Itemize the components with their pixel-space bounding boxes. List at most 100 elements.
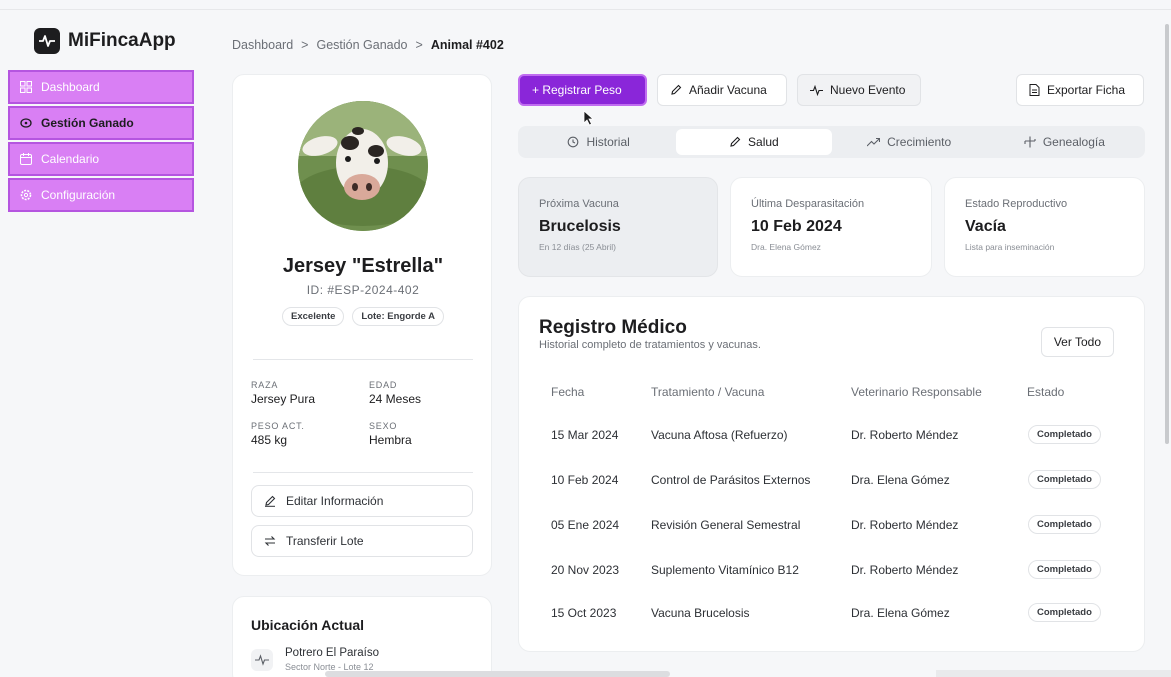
animal-photo [298, 101, 428, 231]
syringe-icon [730, 136, 741, 147]
cell-tratamiento: Control de Parásitos Externos [651, 473, 811, 487]
records-subtitle: Historial completo de tratamientos y vac… [539, 339, 761, 351]
location-name: Potrero El Paraíso [285, 647, 379, 659]
vertical-scrollbar[interactable] [1163, 24, 1171, 444]
sidebar-item-gestion-ganado[interactable]: Gestión Ganado [8, 106, 194, 140]
stat-sub: En 12 días (25 Abril) [539, 242, 617, 252]
tab-bar: Historial Salud Crecimiento Genealogía [518, 126, 1145, 158]
stat-value: Brucelosis [539, 218, 621, 235]
attr-sexo: SEXO Hembra [369, 421, 479, 447]
breadcrumb-item-current: Animal #402 [430, 38, 504, 52]
table-row[interactable]: 05 Ene 2024 Revisión General Semestral D… [519, 515, 1146, 562]
gear-icon [20, 189, 32, 201]
attr-label: SEXO [369, 421, 398, 431]
syringe-icon [671, 84, 682, 95]
sidebar-nav: Dashboard Gestión Ganado Calendario Conf… [8, 70, 194, 214]
sidebar-item-label: Dashboard [41, 80, 100, 94]
calendar-icon [20, 153, 32, 165]
tab-genealogia[interactable]: Genealogía [987, 129, 1142, 155]
status-badge: Completado [1028, 560, 1101, 579]
cell-fecha: 10 Feb 2024 [551, 473, 619, 487]
stat-next-vaccine: Próxima Vacuna Brucelosis En 12 días (25… [518, 177, 718, 277]
sidebar-item-label: Configuración [41, 188, 116, 202]
table-row[interactable]: 15 Oct 2023 Vacuna Brucelosis Dra. Elena… [519, 603, 1146, 650]
attr-peso: PESO ACT. 485 kg [251, 421, 361, 447]
tab-crecimiento[interactable]: Crecimiento [832, 129, 987, 155]
stat-label: Estado Reproductivo [965, 198, 1068, 210]
tab-label: Historial [586, 135, 630, 149]
breadcrumb-separator: > [415, 38, 423, 52]
app-logo[interactable]: MiFincaApp [34, 28, 176, 54]
edit-info-button[interactable]: Editar Información [251, 485, 473, 517]
pulse-logo-icon [34, 28, 60, 54]
register-weight-label: + Registrar Peso [532, 83, 622, 97]
animal-id: ID: #ESP-2024-402 [306, 283, 420, 297]
attr-raza: RAZA Jersey Pura [251, 380, 361, 406]
table-row[interactable]: 10 Feb 2024 Control de Parásitos Externo… [519, 470, 1146, 517]
sidebar-item-calendario[interactable]: Calendario [8, 142, 194, 176]
trend-icon [867, 137, 881, 147]
pulse-icon [810, 84, 823, 96]
stat-sub: Lista para inseminación [965, 242, 1055, 252]
cell-tratamiento: Vacuna Aftosa (Refuerzo) [651, 428, 788, 442]
pencil-icon [265, 495, 276, 507]
new-event-button[interactable]: Nuevo Evento [797, 74, 921, 106]
attr-edad: EDAD 24 Meses [369, 380, 479, 406]
breadcrumb-separator: > [301, 38, 309, 52]
app-name: MiFincaApp [68, 30, 176, 51]
breadcrumb-item-gestion-ganado[interactable]: Gestión Ganado [316, 38, 407, 52]
animal-name: Jersey "Estrella" [282, 255, 444, 277]
lot-badge: Lote: Engorde A [352, 307, 444, 326]
cell-veterinario: Dr. Roberto Méndez [851, 518, 959, 532]
export-record-button[interactable]: Exportar Ficha [1016, 74, 1144, 106]
horizontal-scrollbar[interactable] [325, 671, 670, 677]
column-header-tratamiento: Tratamiento / Vacuna [651, 385, 765, 399]
tab-salud[interactable]: Salud [676, 129, 832, 155]
sidebar-item-configuracion[interactable]: Configuración [8, 178, 194, 212]
tooltip-strip [936, 670, 1171, 677]
export-record-label: Exportar Ficha [1047, 83, 1126, 97]
register-weight-button[interactable]: + Registrar Peso [518, 74, 647, 106]
stat-value: Vacía [965, 218, 1006, 235]
cell-fecha: 05 Ene 2024 [551, 518, 620, 532]
status-badge: Completado [1028, 515, 1101, 534]
stat-label: Próxima Vacuna [539, 198, 619, 210]
tab-label: Salud [748, 135, 779, 149]
attr-label: EDAD [369, 380, 398, 390]
view-all-button[interactable]: Ver Todo [1040, 327, 1114, 357]
stat-reproductive-state: Estado Reproductivo Vacía Lista para ins… [944, 177, 1145, 277]
pulse-icon [251, 649, 273, 671]
transfer-icon [264, 536, 276, 546]
breadcrumb: Dashboard > Gestión Ganado > Animal #402 [232, 38, 504, 52]
divider [253, 359, 473, 360]
cell-tratamiento: Revisión General Semestral [651, 518, 801, 532]
tab-label: Crecimiento [887, 135, 952, 149]
attr-value: 485 kg [251, 433, 288, 447]
medical-records-card: Registro Médico Historial completo de tr… [518, 296, 1145, 652]
attr-label: PESO ACT. [251, 421, 305, 431]
tab-historial[interactable]: Historial [521, 129, 676, 155]
column-header-fecha: Fecha [551, 385, 585, 399]
status-badge: Completado [1028, 470, 1101, 489]
attr-value: Jersey Pura [251, 392, 316, 406]
document-icon [1029, 84, 1040, 96]
attr-label: RAZA [251, 380, 279, 390]
cell-fecha: 15 Mar 2024 [551, 428, 619, 442]
breadcrumb-item-dashboard[interactable]: Dashboard [232, 38, 293, 52]
attr-value: 24 Meses [369, 392, 422, 406]
tree-icon [1024, 136, 1036, 148]
animal-tags: Excelente Lote: Engorde A [233, 307, 493, 326]
scrollbar-thumb[interactable] [1165, 24, 1169, 444]
transfer-lot-button[interactable]: Transferir Lote [251, 525, 473, 557]
sidebar: MiFincaApp Dashboard Gestión Ganado Cale… [0, 10, 200, 677]
cell-veterinario: Dr. Roberto Méndez [851, 428, 959, 442]
table-row[interactable]: 20 Nov 2023 Suplemento Vitamínico B12 Dr… [519, 560, 1146, 607]
stat-value: 10 Feb 2024 [751, 218, 842, 235]
sidebar-item-dashboard[interactable]: Dashboard [8, 70, 194, 104]
cell-fecha: 20 Nov 2023 [551, 563, 620, 577]
records-title: Registro Médico [539, 317, 687, 338]
table-row[interactable]: 15 Mar 2024 Vacuna Aftosa (Refuerzo) Dr.… [519, 425, 1146, 472]
status-badge: Completado [1028, 425, 1101, 444]
sidebar-item-label: Calendario [41, 152, 100, 166]
add-vaccine-button[interactable]: Añadir Vacuna [657, 74, 787, 106]
